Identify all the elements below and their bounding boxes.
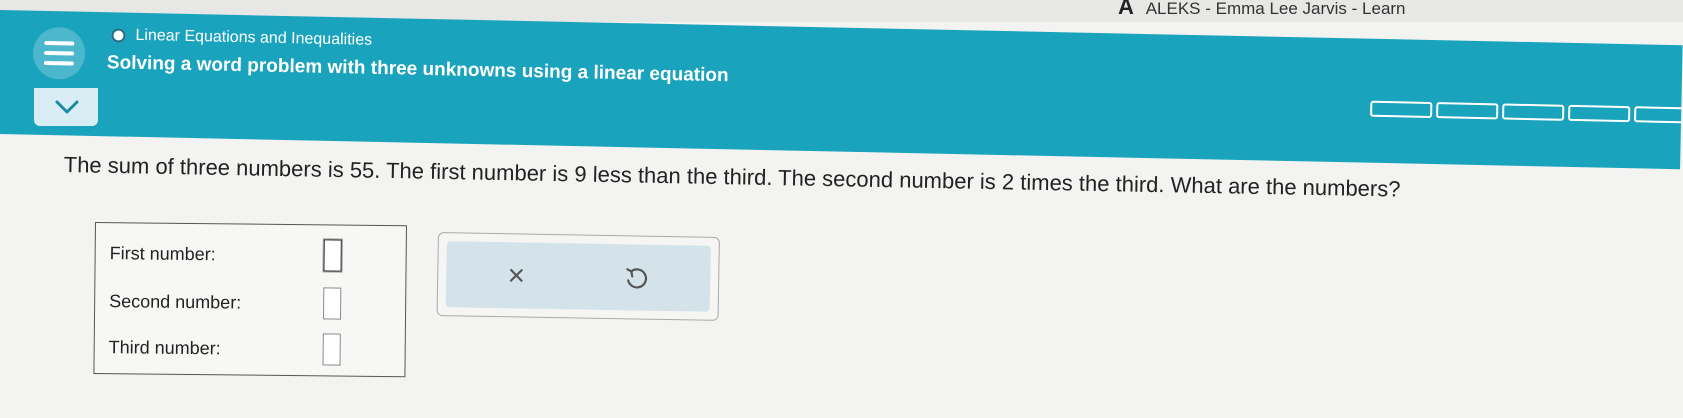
second-number-input[interactable] xyxy=(322,287,342,320)
hamburger-icon-line xyxy=(43,60,74,66)
window-title-text: ALEKS - Emma Lee Jarvis - Learn xyxy=(1145,0,1406,18)
undo-button[interactable] xyxy=(616,258,657,299)
topic-banner: Linear Equations and Inequalities Solvin… xyxy=(0,10,1683,170)
menu-button[interactable] xyxy=(32,26,86,80)
expand-tab[interactable] xyxy=(34,88,98,126)
question-text: The sum of three numbers is 55. The firs… xyxy=(63,152,1401,202)
action-panel: × xyxy=(436,232,720,321)
breadcrumb[interactable]: Linear Equations and Inequalities xyxy=(111,26,372,49)
first-number-input[interactable] xyxy=(323,239,342,272)
clear-button[interactable]: × xyxy=(496,256,537,297)
action-panel-inner: × xyxy=(445,241,711,312)
progress-segment xyxy=(1436,102,1499,120)
first-number-label: First number: xyxy=(109,242,216,264)
hamburger-icon xyxy=(44,40,75,46)
answer-row-second: Second number: xyxy=(109,285,342,320)
answer-row-first: First number: xyxy=(109,237,342,272)
progress-segment xyxy=(1634,106,1683,124)
progress-segment xyxy=(1568,104,1631,123)
answer-panel: First number: Second number: Third numbe… xyxy=(93,222,407,378)
hamburger-icon-line xyxy=(44,50,75,56)
aleks-logo: A xyxy=(1118,0,1134,19)
undo-icon xyxy=(626,268,648,289)
topic-title: Solving a word problem with three unknow… xyxy=(106,52,729,87)
second-number-label: Second number: xyxy=(109,290,242,313)
window-title: A ALEKS - Emma Lee Jarvis - Learn xyxy=(1118,0,1406,20)
close-icon: × xyxy=(507,259,526,293)
progress-bar xyxy=(1370,100,1683,124)
progress-segment xyxy=(1502,103,1565,121)
chevron-down-icon xyxy=(55,100,79,114)
third-number-input[interactable] xyxy=(322,333,341,366)
answer-row-third: Third number: xyxy=(108,331,341,366)
progress-segment xyxy=(1370,100,1433,119)
third-number-label: Third number: xyxy=(108,336,221,358)
breadcrumb-text: Linear Equations and Inequalities xyxy=(135,26,373,49)
topic-status-icon xyxy=(111,28,126,43)
